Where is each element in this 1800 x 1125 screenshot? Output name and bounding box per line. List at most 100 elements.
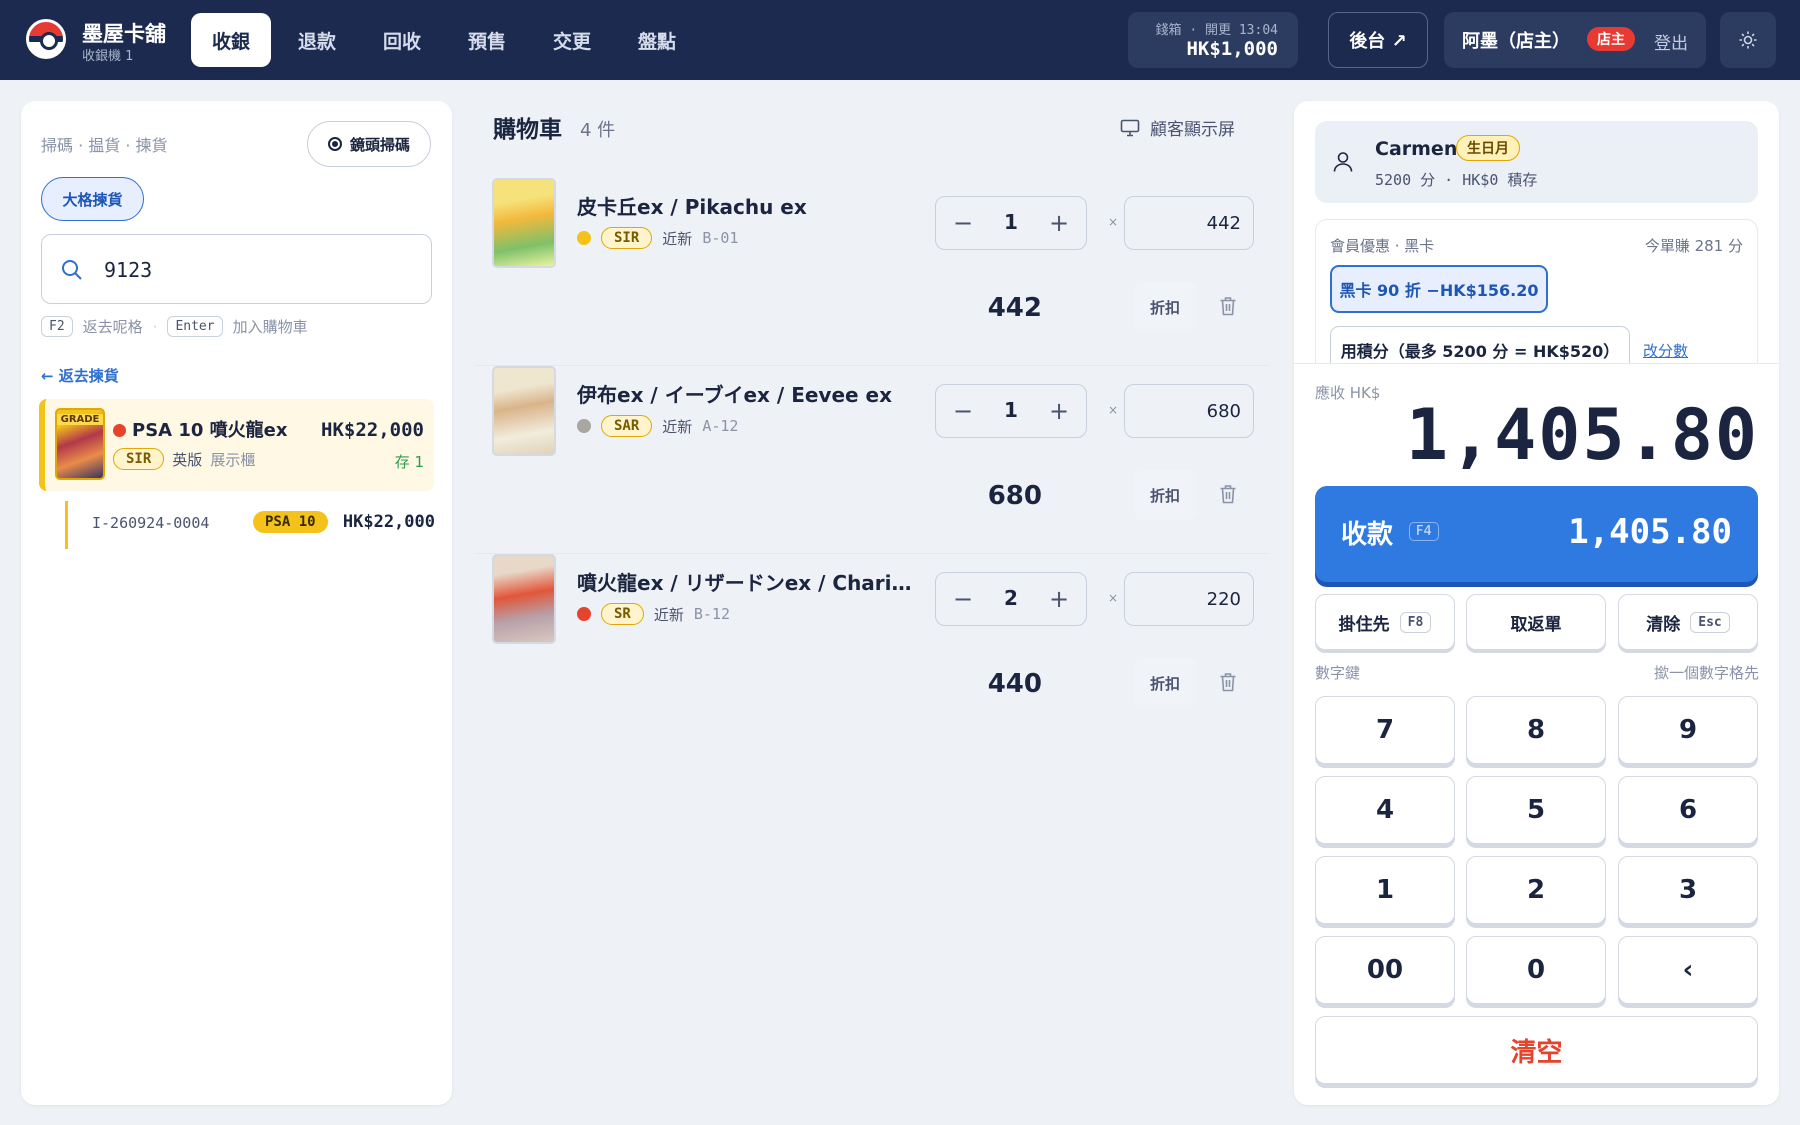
member-promo-box: 會員優惠 · 黑卡 今單賺 281 分 黑卡 90 折 −HK$156.20 用… xyxy=(1315,219,1758,379)
cart-count: 4 件 xyxy=(580,120,616,141)
grade-tag: GRADE xyxy=(57,414,103,425)
top-bar: 墨屋卡舖 收銀機 1 收銀 退款 回收 預售 交更 盤點 錢箱 · 開更 13:… xyxy=(0,0,1800,80)
search-icon xyxy=(62,260,82,280)
numpad-key[interactable]: 4 xyxy=(1315,776,1455,844)
numpad-key[interactable]: 0 xyxy=(1466,936,1606,1004)
discount-button[interactable]: 折扣 xyxy=(1134,658,1196,708)
graded-pick-button[interactable]: 大格揀貨 xyxy=(41,177,144,221)
tab-preorder[interactable]: 預售 xyxy=(447,13,527,67)
f2-hint: 返去呢格 xyxy=(82,318,143,336)
result-title: PSA 10 噴火龍ex xyxy=(113,416,289,442)
result-location: 展示櫃 xyxy=(210,450,256,469)
drawer-amount: HK$1,000 xyxy=(1186,38,1278,60)
unit-price: HK$22,000 xyxy=(342,512,435,532)
pay-label: 收款 xyxy=(1341,520,1394,550)
tab-shift[interactable]: 交更 xyxy=(532,13,612,67)
unit-price-input[interactable]: 442 xyxy=(1124,196,1254,250)
item-location: B-12 xyxy=(693,605,730,623)
increment-button[interactable]: + xyxy=(1042,394,1076,428)
tab-checkout[interactable]: 收銀 xyxy=(191,13,271,67)
trash-icon[interactable] xyxy=(1219,296,1237,316)
numpad-key[interactable]: 5 xyxy=(1466,776,1606,844)
hold-shortcut: F8 xyxy=(1399,611,1432,633)
camera-scan-button[interactable]: 鏡頭掃碼 xyxy=(307,121,431,167)
clear-button[interactable]: 清除 Esc xyxy=(1618,594,1758,650)
increment-button[interactable]: + xyxy=(1042,206,1076,240)
increment-button[interactable]: + xyxy=(1042,582,1076,616)
discount-button[interactable]: 折扣 xyxy=(1134,470,1196,520)
energy-dot-icon xyxy=(577,231,591,245)
inventory-unit-row[interactable]: I-260924-0004 PSA 10 HK$22,000 xyxy=(65,501,435,549)
search-result-card[interactable]: GRADE PSA 10 噴火龍ex HK$22,000 SIR 英版 展示櫃 … xyxy=(39,399,434,491)
discount-button[interactable]: 折扣 xyxy=(1134,282,1196,332)
settings-button[interactable] xyxy=(1720,12,1776,68)
customer-display-label: 顧客顯示屏 xyxy=(1150,120,1235,140)
pokeball-logo-icon xyxy=(26,19,66,59)
numpad-key[interactable]: 1 xyxy=(1315,856,1455,924)
search-input[interactable] xyxy=(104,253,404,287)
rarity-badge: SAR xyxy=(601,415,653,437)
search-box[interactable] xyxy=(41,234,432,304)
collect-payment-button[interactable]: 收款 F4 1,405.80 xyxy=(1315,486,1758,582)
unit-id: I-260924-0004 xyxy=(92,514,210,532)
eevee-card-image xyxy=(492,366,556,456)
backspace-key[interactable]: ‹ xyxy=(1618,936,1758,1004)
result-price: HK$22,000 xyxy=(321,419,424,441)
terminal-label: 收銀機 1 xyxy=(82,49,134,64)
role-badge: 店主 xyxy=(1587,27,1635,51)
hold-order-button[interactable]: 掛住先 F8 xyxy=(1315,594,1455,650)
item-condition: 近新 xyxy=(662,417,693,436)
pay-shortcut: F4 xyxy=(1409,522,1439,541)
promo-header: 會員優惠 · 黑卡 xyxy=(1330,237,1435,255)
back-to-pick-link[interactable]: ← 返去揀貨 xyxy=(41,365,119,386)
tab-buyback[interactable]: 回收 xyxy=(362,13,442,67)
tier-discount-toggle[interactable]: 黑卡 90 折 −HK$156.20 xyxy=(1330,265,1548,313)
energy-dot-icon xyxy=(113,424,126,437)
checkout-panel: Carmen 生日月 5200 分 · HK$0 積存 會員優惠 · 黑卡 今單… xyxy=(1294,101,1779,1105)
customer-display-button[interactable]: 顧客顯示屏 xyxy=(1120,115,1235,140)
result-language: 英版 xyxy=(172,450,203,469)
psa-grade-badge: PSA 10 xyxy=(253,511,328,533)
member-card[interactable]: Carmen 生日月 5200 分 · HK$0 積存 xyxy=(1315,121,1758,203)
edit-points-link[interactable]: 改分數 xyxy=(1643,340,1688,361)
user-name: 阿墨（店主） xyxy=(1462,31,1570,52)
user-box: 阿墨（店主） 店主 登出 xyxy=(1444,12,1706,68)
numpad-key[interactable]: 7 xyxy=(1315,696,1455,764)
trash-icon[interactable] xyxy=(1219,672,1237,692)
payment-section: 應收 HK$ 1,405.80 收款 F4 1,405.80 掛住先 F8 取返單… xyxy=(1294,363,1779,1105)
cash-drawer-status[interactable]: 錢箱 · 開更 13:04 HK$1,000 xyxy=(1128,12,1298,68)
clear-all-button[interactable]: 清空 xyxy=(1315,1016,1758,1084)
numpad-key[interactable]: 2 xyxy=(1466,856,1606,924)
tab-refund[interactable]: 退款 xyxy=(277,13,357,67)
unit-price-input[interactable]: 220 xyxy=(1124,572,1254,626)
item-name: 噴火龍ex / リザードンex / Charizard ex xyxy=(577,571,917,595)
clear-label: 清除 xyxy=(1646,614,1681,635)
unit-price-input[interactable]: 680 xyxy=(1124,384,1254,438)
unit-price-value: 442 xyxy=(1206,213,1241,234)
backoffice-button[interactable]: 後台 ↗ xyxy=(1328,12,1428,68)
mode-hint: 掃碼 · 揾貨 · 揀貨 xyxy=(41,136,168,155)
rarity-badge: SIR xyxy=(601,227,653,249)
result-title-text: PSA 10 噴火龍ex xyxy=(132,420,288,441)
numpad-hint: 撳一個數字格先 xyxy=(1653,664,1759,682)
recall-order-button[interactable]: 取返單 xyxy=(1466,594,1606,650)
numpad-key[interactable]: 9 xyxy=(1618,696,1758,764)
rarity-badge: SIR xyxy=(113,448,165,470)
trash-icon[interactable] xyxy=(1219,484,1237,504)
energy-dot-icon xyxy=(577,607,591,621)
cart-item: 伊布ex / イーブイex / Eevee ex SAR 近新 A-12 − 1… xyxy=(474,366,1270,554)
drawer-label: 錢箱 · 開更 13:04 xyxy=(1155,23,1278,38)
numpad-key[interactable]: 3 xyxy=(1618,856,1758,924)
pay-amount: 1,405.80 xyxy=(1568,512,1732,552)
line-total: 680 xyxy=(987,481,1042,511)
monitor-icon xyxy=(1120,119,1140,136)
numpad-key[interactable]: 6 xyxy=(1618,776,1758,844)
tab-stocktake[interactable]: 盤點 xyxy=(617,13,697,67)
item-condition: 近新 xyxy=(662,229,693,248)
numpad-key[interactable]: 00 xyxy=(1315,936,1455,1004)
numpad-key[interactable]: 8 xyxy=(1466,696,1606,764)
item-meta: SIR 近新 B-01 xyxy=(577,227,738,249)
quantity-stepper: − 2 + xyxy=(935,572,1087,626)
birthday-badge: 生日月 xyxy=(1456,135,1520,161)
logout-link[interactable]: 登出 xyxy=(1654,29,1688,54)
